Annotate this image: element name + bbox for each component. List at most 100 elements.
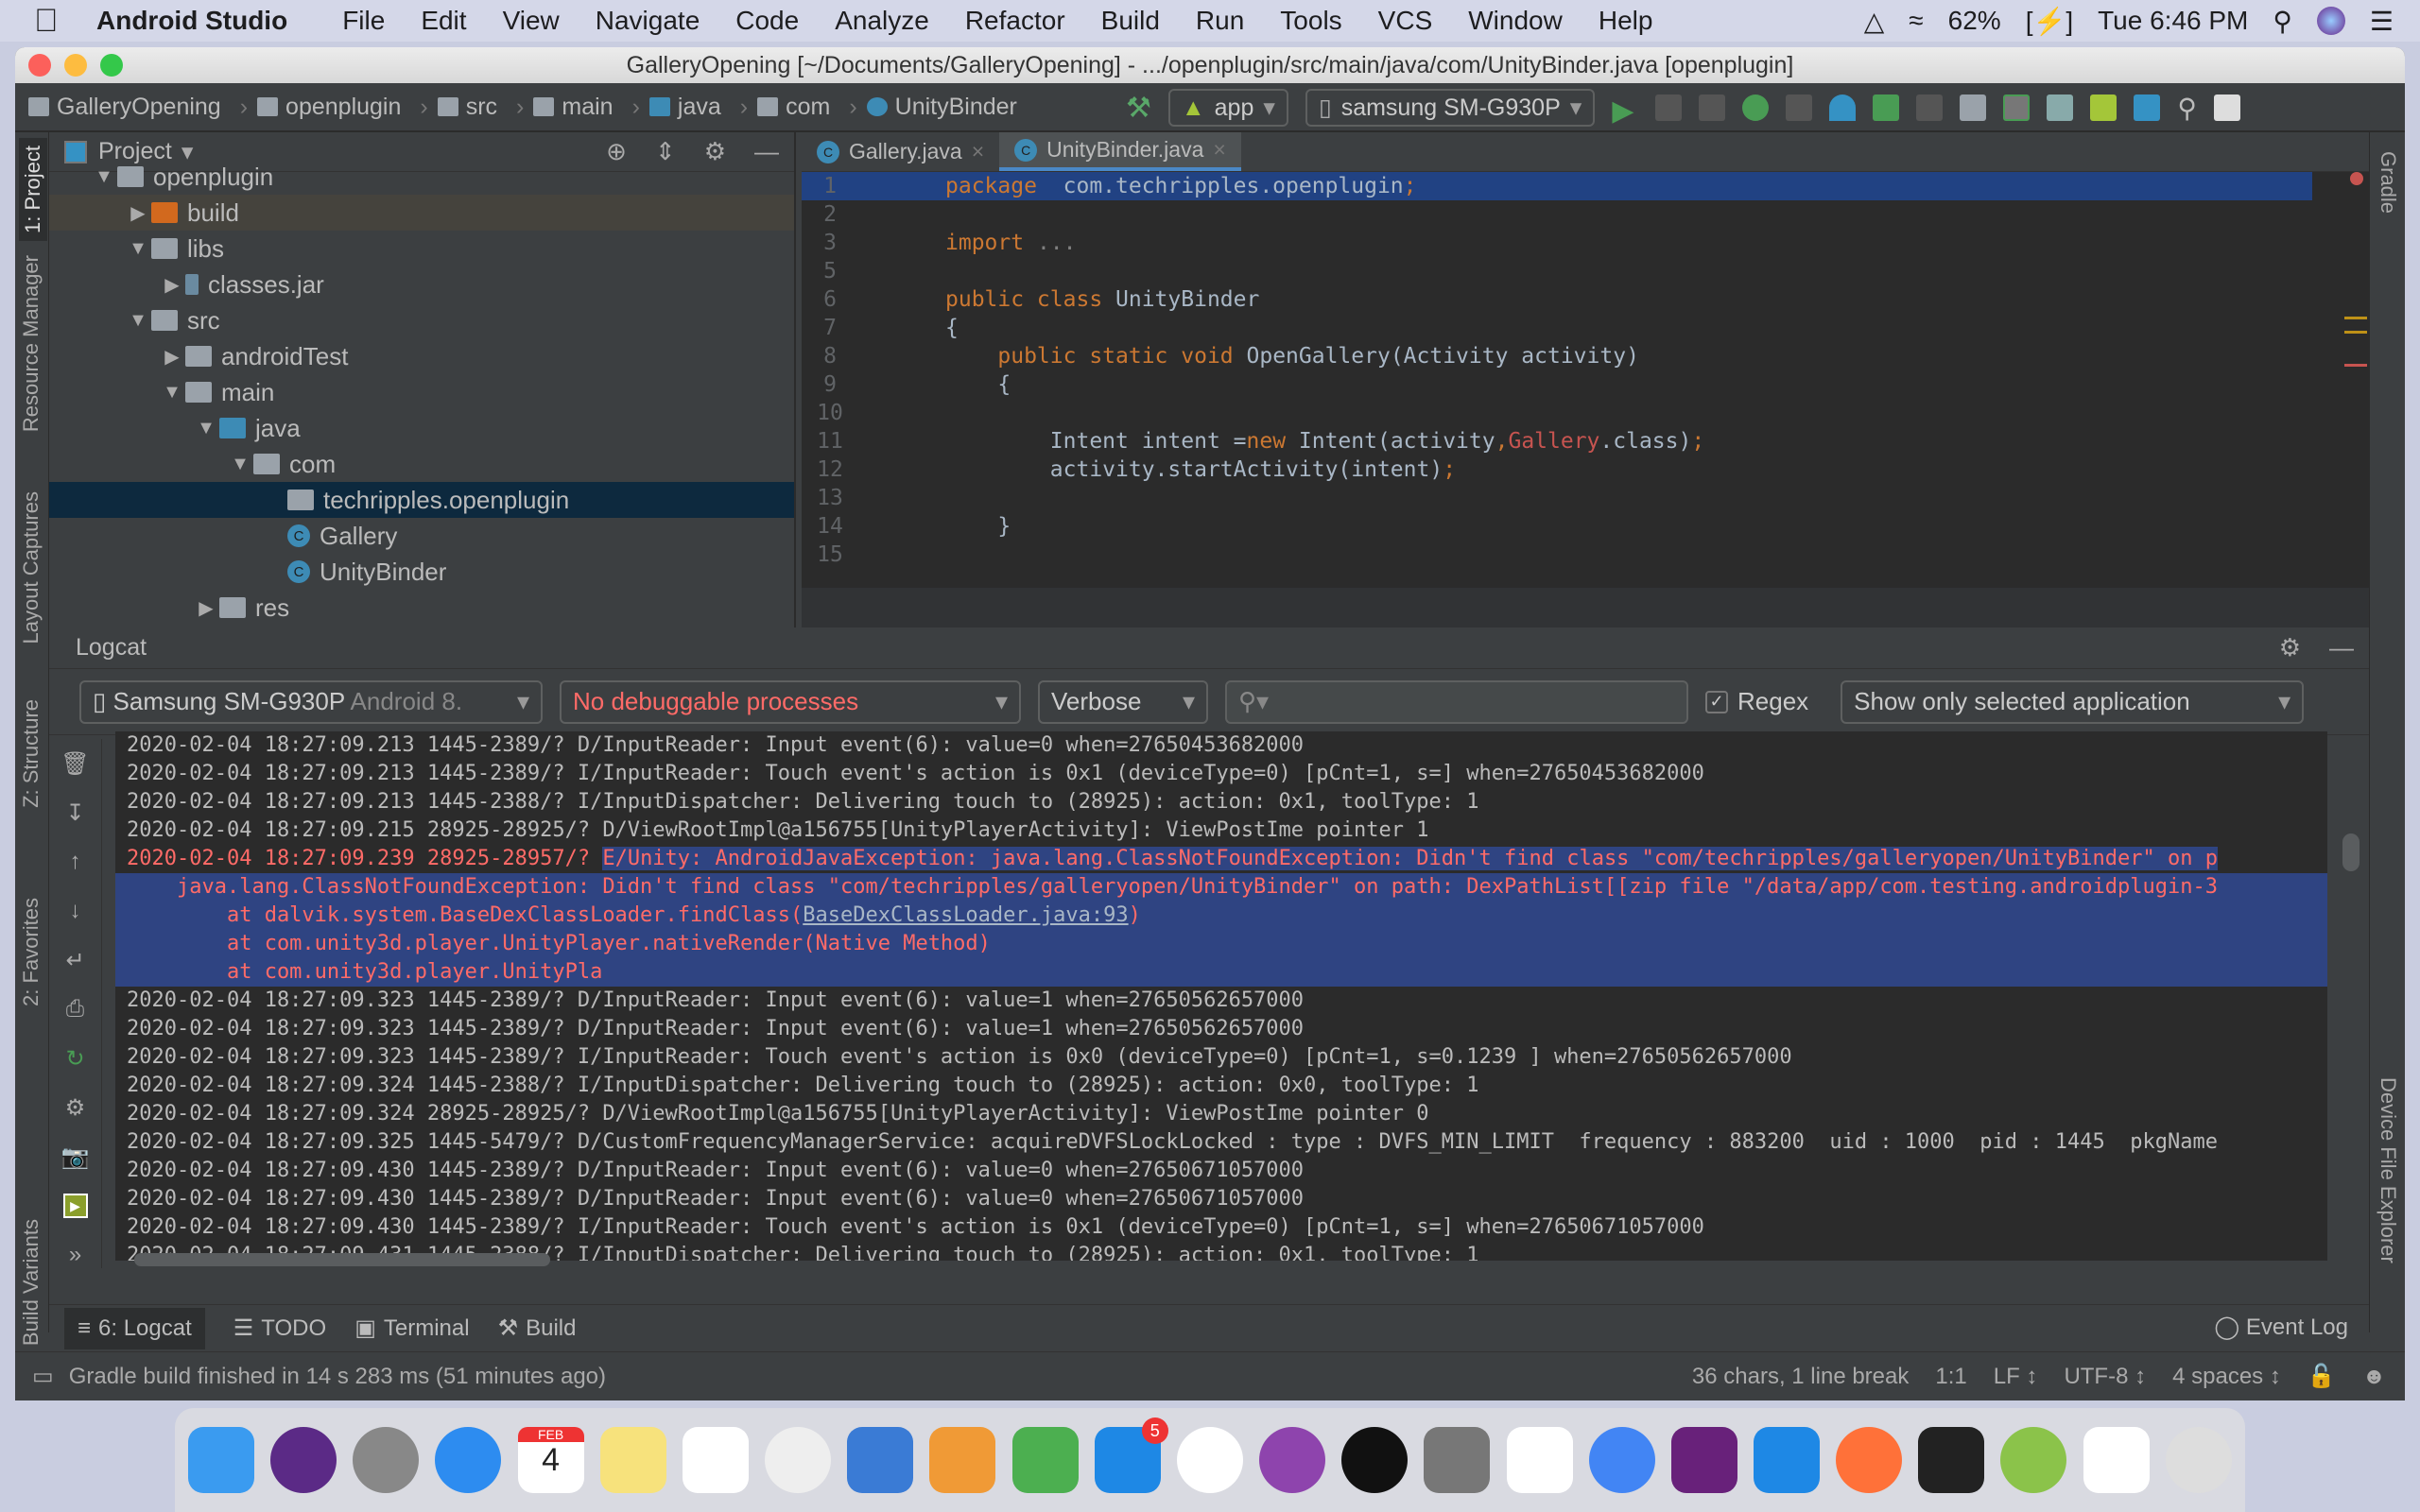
log-line[interactable]: 2020-02-04 18:27:09.430 1445-2389/? D/In… bbox=[115, 1157, 2327, 1185]
breadcrumb-item[interactable]: main bbox=[533, 94, 614, 121]
print-icon[interactable]: ⎙ bbox=[49, 985, 101, 1034]
breadcrumb-item[interactable]: openplugin bbox=[257, 94, 401, 121]
maximize-window-button[interactable] bbox=[100, 54, 123, 77]
line-number[interactable]: 6 bbox=[802, 287, 858, 312]
line-number[interactable]: 12 bbox=[802, 457, 858, 482]
down-arrow-icon[interactable]: ↓ bbox=[49, 886, 101, 936]
menu-help[interactable]: Help bbox=[1599, 6, 1653, 36]
dock-photos[interactable] bbox=[765, 1427, 832, 1493]
tree-item[interactable]: ▼ com bbox=[49, 446, 794, 482]
line-number[interactable]: 8 bbox=[802, 344, 858, 369]
line-number[interactable]: 13 bbox=[802, 486, 858, 510]
tree-item[interactable]: ▶ androidTest bbox=[49, 338, 794, 374]
code-line[interactable]: 11 Intent intent = new Intent(activity, Ga… bbox=[802, 427, 2312, 455]
code-line[interactable]: 7{ bbox=[802, 314, 2312, 342]
close-window-button[interactable] bbox=[28, 54, 51, 77]
dock-podcasts[interactable] bbox=[1259, 1427, 1326, 1493]
gear-icon[interactable]: ⚙ bbox=[49, 1083, 101, 1132]
logcat-search-input[interactable]: ⚲▾ bbox=[1225, 679, 1688, 724]
tree-item[interactable]: ▶ build bbox=[49, 195, 794, 231]
log-line[interactable]: 2020-02-04 18:27:09.213 1445-2389/? D/In… bbox=[115, 731, 2327, 760]
expanded-arrow-icon[interactable]: ▼ bbox=[91, 166, 117, 188]
log-line-error[interactable]: 2020-02-04 18:27:09.239 28925-28957/? E/… bbox=[115, 845, 2327, 873]
tree-item[interactable]: C UnityBinder bbox=[49, 554, 794, 590]
log-line[interactable]: 2020-02-04 18:27:09.324 1445-2388/? I/In… bbox=[115, 1072, 2327, 1100]
code-line[interactable]: 2 bbox=[802, 200, 2312, 229]
line-number[interactable]: 15 bbox=[802, 542, 858, 567]
menu-build[interactable]: Build bbox=[1101, 6, 1160, 36]
indent-setting[interactable]: 4 spaces ↕ bbox=[2172, 1364, 2281, 1390]
line-number[interactable]: 1 bbox=[802, 174, 858, 198]
tool-tab-device-file-explorer[interactable]: Device File Explorer bbox=[2376, 1077, 2400, 1263]
log-level-dropdown[interactable]: Verbose ▾ bbox=[1038, 679, 1208, 724]
tree-item[interactable]: ▶ classes.jar bbox=[49, 266, 794, 302]
menu-tools[interactable]: Tools bbox=[1280, 6, 1341, 36]
more-icon[interactable]: » bbox=[49, 1230, 101, 1280]
log-line[interactable]: 2020-02-04 18:27:09.213 1445-2389/? I/In… bbox=[115, 760, 2327, 788]
spotlight-search-icon[interactable]: ⚲ bbox=[2273, 6, 2292, 37]
make-project-hammer-icon[interactable]: ⚒ bbox=[1126, 92, 1151, 125]
code-line[interactable]: 10 bbox=[802, 399, 2312, 427]
process-filter-dropdown[interactable]: No debuggable processes ▾ bbox=[560, 679, 1021, 724]
logcat-output[interactable]: 2020-02-04 18:27:09.213 1445-2389/? D/In… bbox=[115, 731, 2327, 1261]
menu-analyze[interactable]: Analyze bbox=[835, 6, 929, 36]
code-line[interactable]: 3 import ... bbox=[802, 229, 2312, 257]
tree-item[interactable]: ▶ res bbox=[49, 590, 794, 626]
wifi-icon[interactable]: ≈ bbox=[1909, 6, 1923, 36]
caret-position[interactable]: 1:1 bbox=[1935, 1364, 1966, 1390]
log-line[interactable]: 2020-02-04 18:27:09.325 1445-5479/? D/Cu… bbox=[115, 1128, 2327, 1157]
log-line[interactable]: 2020-02-04 18:27:09.213 1445-2388/? I/In… bbox=[115, 788, 2327, 816]
code-line[interactable]: 1 package com.techripples.openplugin; bbox=[802, 172, 2312, 200]
device-selector[interactable]: ▯ samsung SM-G930P ▾ bbox=[1305, 89, 1596, 127]
dock-chrome[interactable] bbox=[1588, 1427, 1655, 1493]
dock-pages[interactable] bbox=[929, 1427, 996, 1493]
dock-siri[interactable] bbox=[270, 1427, 337, 1493]
line-number[interactable]: 11 bbox=[802, 429, 858, 454]
menu-file[interactable]: File bbox=[342, 6, 385, 36]
log-line-error[interactable]: at com.unity3d.player.UnityPla bbox=[115, 958, 2327, 987]
dock-launchpad[interactable] bbox=[353, 1427, 420, 1493]
tool-tab-resource-manager[interactable]: Resource Manager bbox=[19, 255, 43, 432]
expanded-arrow-icon[interactable]: ▼ bbox=[193, 418, 219, 439]
minimize-window-button[interactable] bbox=[64, 54, 87, 77]
bottom-tab-build[interactable]: ⚒ Build bbox=[498, 1314, 577, 1342]
log-line[interactable]: 2020-02-04 18:27:09.323 1445-2389/? D/In… bbox=[115, 1015, 2327, 1043]
menu-run[interactable]: Run bbox=[1196, 6, 1244, 36]
code-line[interactable]: 13 bbox=[802, 484, 2312, 512]
clear-logcat-icon[interactable]: 🗑 bbox=[49, 739, 101, 788]
line-number[interactable]: 9 bbox=[802, 372, 858, 397]
attach-debugger-icon[interactable] bbox=[1873, 94, 1900, 121]
warning-stripe-marker[interactable] bbox=[2344, 331, 2367, 334]
line-number[interactable]: 5 bbox=[802, 259, 858, 284]
tool-tab-build-variants[interactable]: Build Variants bbox=[19, 1219, 43, 1346]
debug-icon[interactable] bbox=[1742, 94, 1770, 121]
code-area[interactable]: 1 package com.techripples.openplugin; 2 3 im… bbox=[802, 172, 2312, 588]
collapsed-arrow-icon[interactable]: ▶ bbox=[159, 345, 185, 369]
log-line-error[interactable]: at dalvik.system.BaseDexClassLoader.find… bbox=[115, 902, 2327, 930]
battery-icon[interactable]: [⚡] bbox=[2026, 6, 2073, 37]
run-config-selector[interactable]: ▲ app ▾ bbox=[1167, 89, 1288, 127]
menu-code[interactable]: Code bbox=[735, 6, 799, 36]
tree-item[interactable]: ▼ openplugin bbox=[49, 159, 794, 195]
toggle-tool-windows-icon[interactable]: ▭ bbox=[32, 1363, 54, 1390]
gradle-sync-icon[interactable] bbox=[2047, 94, 2074, 121]
stop-icon[interactable] bbox=[1916, 94, 1944, 121]
breadcrumb-item[interactable]: src bbox=[437, 94, 497, 121]
tool-tab-favorites[interactable]: 2: Favorites bbox=[19, 898, 43, 1006]
user-account-icon[interactable] bbox=[2213, 94, 2240, 121]
apply-changes-icon[interactable] bbox=[1655, 94, 1683, 121]
expanded-arrow-icon[interactable]: ▼ bbox=[227, 454, 253, 475]
code-line[interactable]: 15 bbox=[802, 541, 2312, 569]
expanded-arrow-icon[interactable]: ▼ bbox=[159, 382, 185, 404]
menu-refactor[interactable]: Refactor bbox=[965, 6, 1065, 36]
menu-window[interactable]: Window bbox=[1468, 6, 1563, 36]
screen-record-icon[interactable]: ▶ bbox=[49, 1181, 101, 1230]
menu-view[interactable]: View bbox=[503, 6, 560, 36]
dock-app-store[interactable]: 5 bbox=[1094, 1418, 1168, 1493]
dock-visual-studio[interactable] bbox=[1670, 1427, 1737, 1493]
logcat-search-field[interactable] bbox=[1276, 688, 1674, 715]
log-line[interactable]: 2020-02-04 18:27:09.215 28925-28925/? D/… bbox=[115, 816, 2327, 845]
file-encoding[interactable]: UTF-8 ↕ bbox=[2064, 1364, 2146, 1390]
tree-item[interactable]: C Gallery bbox=[49, 518, 794, 554]
logcat-horizontal-scrollbar[interactable] bbox=[134, 1253, 550, 1266]
